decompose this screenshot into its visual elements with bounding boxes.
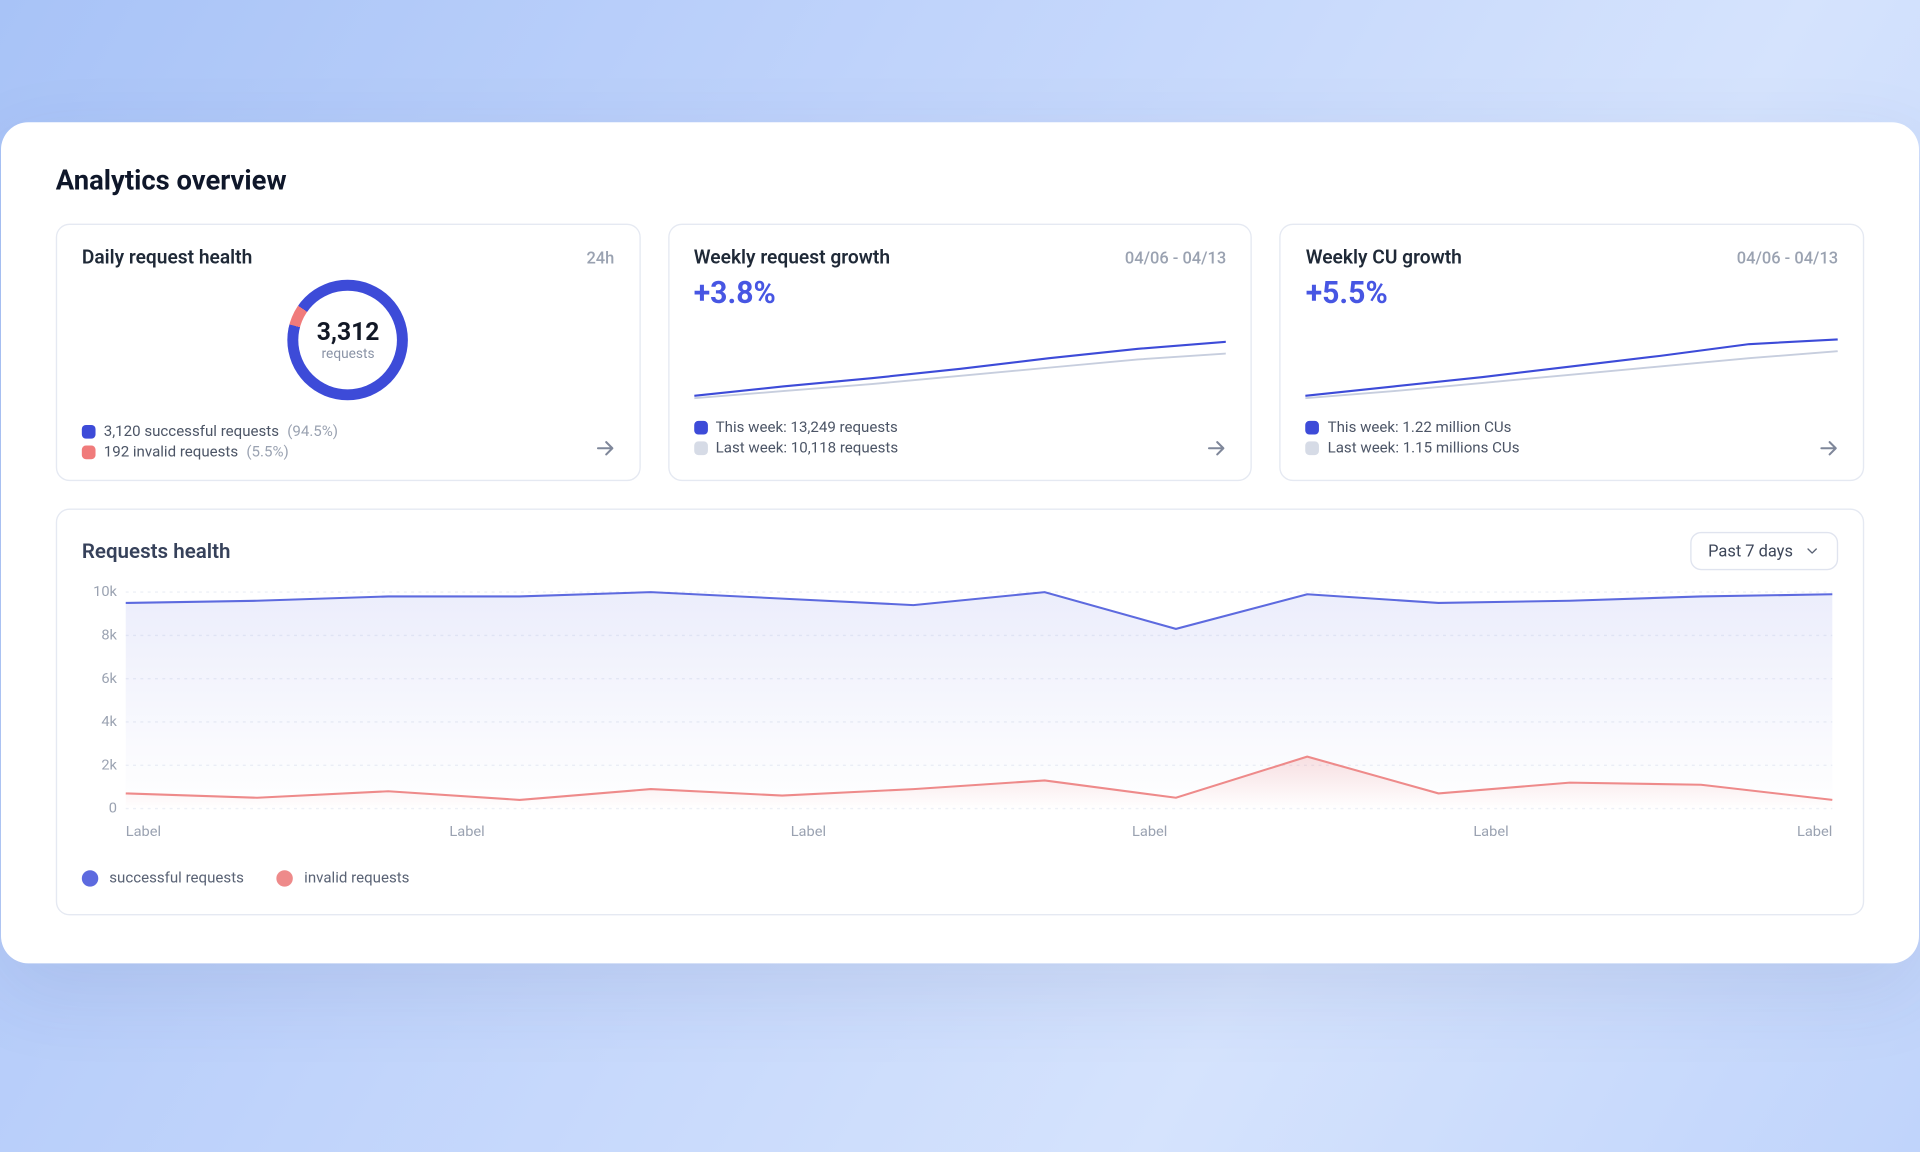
svg-text:Label: Label bbox=[1473, 824, 1508, 839]
time-range-label: Past 7 days bbox=[1708, 541, 1793, 560]
card-weekly-cu-growth: Weekly CU growth 04/06 - 04/13 +5.5% Thi… bbox=[1280, 224, 1865, 482]
svg-text:Label: Label bbox=[1132, 824, 1167, 839]
sparkline-chart bbox=[694, 328, 1226, 410]
card-requests-health: Requests health Past 7 days bbox=[56, 509, 1864, 916]
legend-dot-invalid bbox=[277, 870, 293, 886]
donut-value: 3,312 bbox=[317, 318, 380, 347]
legend-dot-success bbox=[82, 870, 98, 886]
card-legend: This week: 13,249 requests Last week: 10… bbox=[694, 415, 1226, 459]
card-details-button[interactable] bbox=[590, 433, 620, 463]
legend-dot-last-week bbox=[694, 441, 708, 455]
legend-text: This week: 13,249 requests bbox=[716, 418, 898, 436]
requests-health-chart: 0 2k 4k 6k 8k 10k Label Label Label Label Label Lab… bbox=[82, 584, 1838, 844]
analytics-panel: Analytics overview Daily request health … bbox=[1, 122, 1919, 963]
legend-text: This week: 1.22 million CUs bbox=[1328, 418, 1512, 436]
legend-pct: (5.5%) bbox=[246, 443, 288, 461]
card-meta: 24h bbox=[586, 248, 614, 267]
svg-text:8k: 8k bbox=[101, 628, 117, 643]
svg-text:10k: 10k bbox=[93, 585, 118, 600]
card-legend: This week: 1.22 million CUs Last week: 1… bbox=[1306, 415, 1838, 459]
legend-dot-this-week bbox=[1306, 420, 1320, 434]
card-weekly-request-growth: Weekly request growth 04/06 - 04/13 +3.8… bbox=[668, 224, 1253, 482]
delta-value: +3.8% bbox=[694, 277, 1226, 311]
card-daily-health: Daily request health 24h 3,312 requests … bbox=[56, 224, 641, 482]
legend-dot-success bbox=[82, 424, 96, 438]
donut-label: requests bbox=[322, 347, 375, 362]
legend-text: 3,120 successful requests bbox=[104, 422, 279, 440]
legend-text: 192 invalid requests bbox=[104, 443, 238, 461]
chart-title: Requests health bbox=[82, 539, 231, 564]
card-details-button[interactable] bbox=[1813, 433, 1843, 463]
arrow-right-icon bbox=[592, 436, 617, 461]
kpi-row: Daily request health 24h 3,312 requests … bbox=[56, 224, 1864, 482]
svg-text:Label: Label bbox=[126, 824, 161, 839]
card-title: Weekly request growth bbox=[694, 247, 890, 269]
legend-label: successful requests bbox=[109, 869, 244, 887]
card-title: Weekly CU growth bbox=[1306, 247, 1462, 269]
svg-text:Label: Label bbox=[449, 824, 484, 839]
time-range-selector[interactable]: Past 7 days bbox=[1690, 532, 1838, 570]
donut-chart: 3,312 requests bbox=[288, 280, 409, 401]
legend-dot-this-week bbox=[694, 420, 708, 434]
svg-text:Label: Label bbox=[1797, 824, 1832, 839]
legend-dot-last-week bbox=[1306, 441, 1320, 455]
legend-dot-invalid bbox=[82, 445, 96, 459]
svg-text:0: 0 bbox=[109, 801, 117, 816]
card-legend: 3,120 successful requests (94.5%) 192 in… bbox=[82, 419, 614, 463]
svg-text:6k: 6k bbox=[101, 671, 117, 686]
chart-legend: successful requests invalid requests bbox=[82, 869, 1838, 887]
delta-value: +5.5% bbox=[1306, 277, 1838, 311]
legend-text: Last week: 1.15 millions CUs bbox=[1328, 439, 1520, 457]
legend-label: invalid requests bbox=[304, 869, 409, 887]
arrow-right-icon bbox=[1816, 436, 1841, 461]
legend-pct: (94.5%) bbox=[287, 422, 338, 440]
card-meta: 04/06 - 04/13 bbox=[1125, 248, 1226, 267]
page-title: Analytics overview bbox=[56, 163, 1864, 196]
svg-text:2k: 2k bbox=[101, 758, 117, 773]
arrow-right-icon bbox=[1204, 436, 1229, 461]
card-details-button[interactable] bbox=[1202, 433, 1232, 463]
svg-text:4k: 4k bbox=[101, 714, 117, 729]
card-meta: 04/06 - 04/13 bbox=[1737, 248, 1838, 267]
card-title: Daily request health bbox=[82, 247, 253, 269]
chevron-down-icon bbox=[1804, 543, 1820, 559]
legend-text: Last week: 10,118 requests bbox=[716, 439, 898, 457]
svg-text:Label: Label bbox=[791, 824, 826, 839]
sparkline-chart bbox=[1306, 328, 1838, 410]
